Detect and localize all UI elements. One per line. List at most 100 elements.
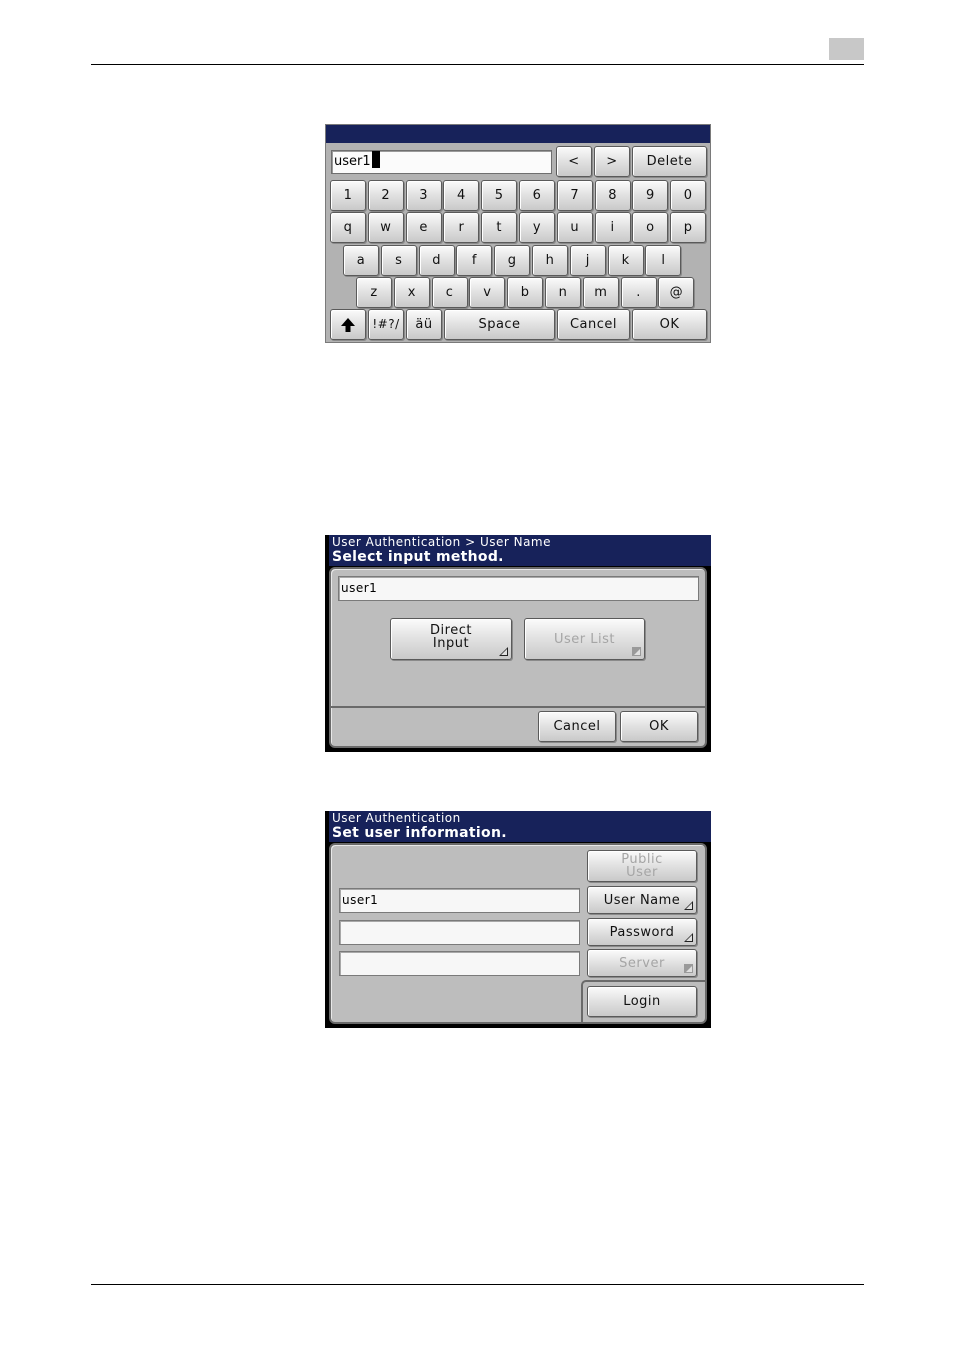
key-9[interactable]: 9 [632,180,669,211]
key-label: x [407,285,416,300]
key-at[interactable]: @ [658,277,695,308]
server-button[interactable]: Server [587,949,697,977]
cursor-left-button[interactable]: < [556,146,592,177]
key-z[interactable]: z [356,277,392,308]
corner-triangle-icon [499,647,508,656]
keyboard-title-bar [326,125,710,143]
user-list-button[interactable]: User List [524,618,645,660]
set-user-information-screen: User Authentication Set user information… [325,811,711,1028]
password-field[interactable] [339,920,580,945]
key-t[interactable]: t [481,212,518,243]
direct-input-line2: Input [432,636,470,651]
user-name-button[interactable]: User Name [587,886,697,914]
key-label: 0 [683,188,693,203]
key-label: 3 [419,188,428,203]
public-user-button[interactable]: Public User [587,850,697,882]
direct-input-label: Direct Input [430,624,472,650]
direct-input-button[interactable]: Direct Input [390,618,512,660]
delete-button[interactable]: Delete [632,146,707,177]
key-2[interactable]: 2 [367,180,404,211]
key-label: v [483,285,492,300]
key-j[interactable]: j [569,245,606,276]
key-m[interactable]: m [582,277,619,308]
header-rule [91,64,864,65]
keyboard-ok-button[interactable]: OK [632,309,707,340]
delete-label: Delete [646,154,693,169]
accents-label: äü [415,317,433,332]
key-l[interactable]: l [645,245,682,276]
select-dialog-header: User Authentication > User Name Select i… [329,535,711,566]
key-label: j [585,253,590,268]
key-w[interactable]: w [367,212,404,243]
symbols-button[interactable]: !#?/ [368,309,404,340]
key-b[interactable]: b [507,277,544,308]
key-label: 2 [381,188,391,203]
key-6[interactable]: 6 [519,180,555,211]
select-cancel-button[interactable]: Cancel [538,711,616,742]
key-x[interactable]: x [393,277,430,308]
key-0[interactable]: 0 [670,180,707,211]
key-n[interactable]: n [545,277,581,308]
password-button[interactable]: Password [587,918,697,946]
key-4[interactable]: 4 [443,180,480,211]
key-label: 5 [494,188,504,203]
key-r[interactable]: r [443,212,480,243]
cursor-right-button[interactable]: > [594,146,630,177]
keyboard-cancel-button[interactable]: Cancel [557,309,630,340]
key-f[interactable]: f [456,245,493,276]
key-label: e [419,220,428,235]
key-e[interactable]: e [405,212,442,243]
select-ok-button[interactable]: OK [620,711,698,742]
key-g[interactable]: g [494,245,531,276]
key-q[interactable]: q [330,212,366,243]
keyboard-input-value: user1 [334,154,371,169]
key-i[interactable]: i [594,212,631,243]
key-label: a [356,253,366,268]
keyboard-ok-label: OK [659,317,680,332]
user-name-field[interactable]: user1 [339,888,580,913]
key-7[interactable]: 7 [556,180,593,211]
key-label: s [395,253,403,268]
key-8[interactable]: 8 [594,180,631,211]
key-label: 9 [646,188,655,203]
key-a[interactable]: a [343,245,379,276]
select-ok-label: OK [649,719,669,734]
login-button[interactable]: Login [587,986,697,1017]
text-cursor [371,151,380,168]
panel-divider [331,706,705,708]
key-period[interactable]: . [620,277,657,308]
dialog-title: Set user information. [332,825,507,841]
key-label: q [343,220,353,235]
cursor-right-label: > [606,154,618,169]
key-label: k [621,253,630,268]
key-p[interactable]: p [670,212,707,243]
key-u[interactable]: u [556,212,593,243]
key-s[interactable]: s [380,245,417,276]
key-label: b [520,285,530,300]
key-k[interactable]: k [607,245,644,276]
up-arrow-icon [341,317,355,332]
key-label: m [594,285,608,300]
key-d[interactable]: d [418,245,455,276]
accents-button[interactable]: äü [406,309,442,340]
key-3[interactable]: 3 [405,180,442,211]
keyboard-text-input[interactable]: user1 [331,150,552,174]
key-v[interactable]: v [469,277,506,308]
key-label: f [471,253,477,268]
space-button[interactable]: Space [444,309,555,340]
user-name-field[interactable]: user1 [338,576,699,601]
shift-button[interactable] [330,309,366,340]
key-label: u [570,220,580,235]
key-label: 7 [570,188,580,203]
keyboard-screen: user1 < > Delete !#?/ äü Space Cancel OK… [325,124,711,343]
key-5[interactable]: 5 [481,180,518,211]
key-1[interactable]: 1 [330,180,366,211]
key-label: r [458,220,465,235]
key-c[interactable]: c [431,277,468,308]
key-o[interactable]: o [632,212,669,243]
server-field[interactable] [339,951,580,976]
cursor-left-label: < [568,154,580,169]
key-h[interactable]: h [532,245,568,276]
key-y[interactable]: y [519,212,555,243]
key-label: 4 [457,188,466,203]
